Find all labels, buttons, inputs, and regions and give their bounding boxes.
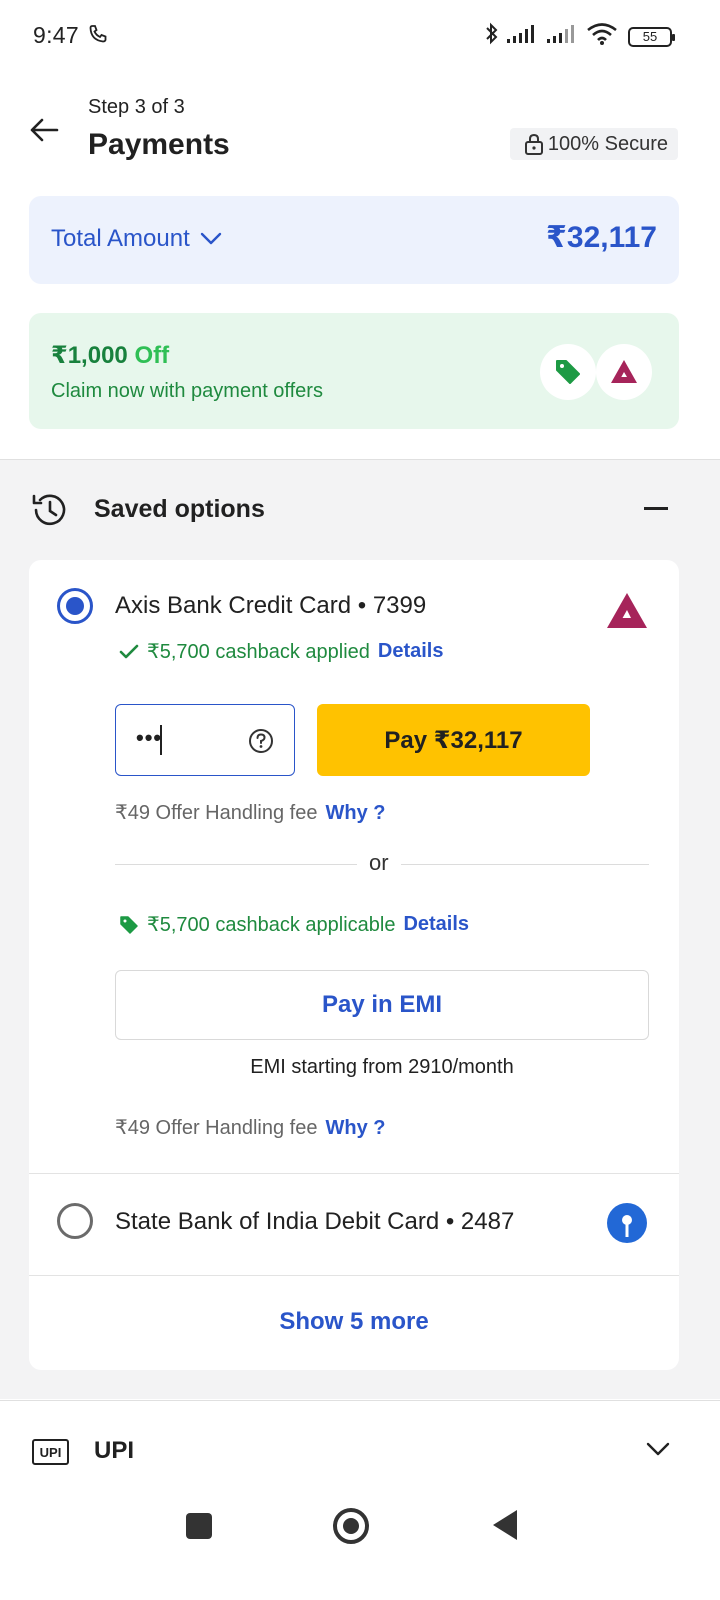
offer-off-label: Off — [134, 342, 170, 369]
axis-bank-logo-icon — [605, 592, 649, 635]
cashback-applicable-text: ₹5,700 cashback applicable — [147, 914, 396, 936]
emi-details-link[interactable]: Details — [403, 913, 469, 936]
divider — [29, 1275, 679, 1276]
battery-icon: 55 — [628, 26, 675, 47]
axis-card-radio[interactable] — [57, 588, 93, 624]
offer-title: ₹1,000 Off — [51, 341, 169, 370]
offer-handling-fee: ₹49 Offer Handling fee Why ? — [115, 800, 385, 825]
cvv-input[interactable]: ••• — [115, 704, 295, 776]
saved-options-header[interactable]: Saved options — [0, 480, 720, 540]
offer-tag-icon — [120, 915, 138, 934]
payment-offers-card[interactable]: ₹1,000 Off Claim now with payment offers — [29, 313, 679, 429]
history-icon — [30, 490, 70, 535]
chevron-down-icon — [200, 232, 221, 245]
bluetooth-icon — [484, 22, 500, 51]
offer-amount: ₹1,000 — [51, 342, 128, 369]
check-icon — [119, 644, 139, 658]
axis-card-name[interactable]: Axis Bank Credit Card • 7399 — [115, 592, 426, 620]
signal-icon — [506, 23, 540, 50]
total-label: Total Amount — [51, 225, 190, 252]
status-time: 9:47 — [33, 22, 79, 48]
fee-text-2: ₹49 Offer Handling fee — [115, 1117, 318, 1139]
sbi-card-name[interactable]: State Bank of India Debit Card • 2487 — [115, 1208, 514, 1236]
page-title: Payments — [88, 128, 230, 161]
arrow-left-icon — [30, 118, 59, 142]
pay-button[interactable]: Pay ₹32,117 — [317, 704, 590, 776]
page-header: Step 3 of 3 Payments 100% Secure — [0, 90, 720, 180]
sbi-logo-icon — [607, 1203, 647, 1243]
axis-bank-logo-icon — [596, 344, 652, 400]
sbi-card-radio[interactable] — [57, 1203, 93, 1239]
divider — [29, 1173, 679, 1174]
or-text: or — [369, 850, 389, 875]
status-bar: 9:47 55 — [0, 0, 720, 72]
back-button[interactable] — [24, 110, 64, 150]
secure-label: 100% Secure — [547, 132, 668, 155]
back-nav-button[interactable] — [493, 1510, 517, 1540]
system-navigation-bar — [0, 1490, 720, 1600]
text-caret — [160, 725, 162, 755]
upi-option-row[interactable]: UPI UPI — [0, 1400, 720, 1500]
signal-icon-2 — [546, 23, 580, 50]
total-amount-card[interactable]: Total Amount ₹32,117 — [29, 196, 679, 284]
upi-label: UPI — [94, 1437, 135, 1464]
chevron-down-icon — [646, 1441, 670, 1462]
cvv-value: ••• — [136, 725, 163, 750]
recents-button[interactable] — [186, 1513, 212, 1539]
step-indicator: Step 3 of 3 — [88, 96, 185, 118]
cashback-applied-text: ₹5,700 cashback applied — [147, 641, 370, 663]
offer-tag-icon — [540, 344, 596, 400]
wifi-icon — [586, 22, 618, 51]
home-button[interactable] — [333, 1508, 369, 1544]
total-amount-value: ₹32,117 — [546, 221, 657, 254]
offer-handling-fee-2: ₹49 Offer Handling fee Why ? — [115, 1115, 385, 1140]
why-link-2[interactable]: Why ? — [325, 1117, 385, 1139]
saved-options-title: Saved options — [94, 495, 265, 523]
wifi-call-icon — [88, 24, 108, 49]
upi-icon: UPI — [32, 1439, 69, 1465]
secure-badge: 100% Secure — [509, 128, 678, 160]
fee-text: ₹49 Offer Handling fee — [115, 802, 318, 824]
or-divider: or — [115, 850, 649, 880]
collapse-minus-icon[interactable] — [644, 507, 668, 510]
pay-in-emi-button[interactable]: Pay in EMI — [115, 970, 649, 1040]
why-link[interactable]: Why ? — [325, 802, 385, 824]
help-icon[interactable] — [248, 728, 274, 759]
cashback-applicable: ₹5,700 cashback applicable Details — [119, 912, 469, 937]
offer-subtitle: Claim now with payment offers — [51, 380, 323, 402]
show-more-button[interactable]: Show 5 more — [29, 1308, 679, 1336]
saved-options-card: Axis Bank Credit Card • 7399 ₹5,700 cash… — [29, 560, 679, 1370]
cashback-applied: ₹5,700 cashback applied Details — [119, 639, 443, 664]
cashback-details-link[interactable]: Details — [378, 640, 444, 663]
lock-icon — [524, 133, 543, 155]
emi-starting-text: EMI starting from 2910/month — [250, 1056, 514, 1078]
